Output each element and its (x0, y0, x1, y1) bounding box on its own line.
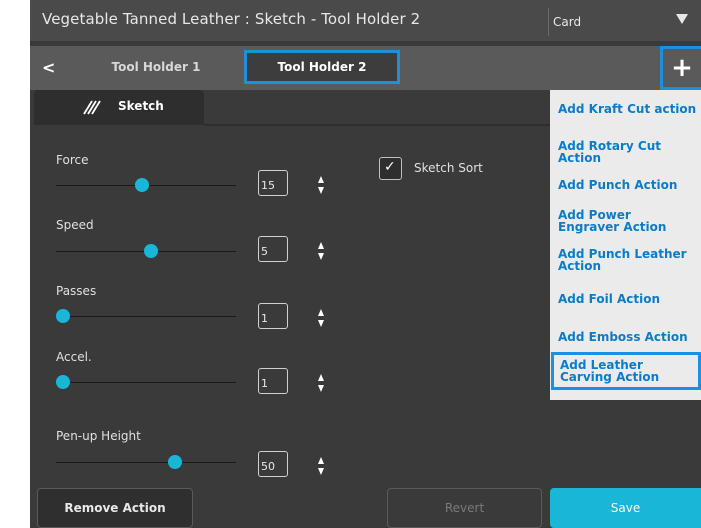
accel-slider[interactable] (56, 375, 236, 389)
sketch-settings-panel: Vegetable Tanned Leather : Sketch - Tool… (30, 0, 701, 528)
menu-item-add-rotary-cut[interactable]: Add Rotary Cut Action (558, 140, 701, 164)
sketch-sort-checkbox[interactable]: ✓ (379, 157, 402, 180)
accel-label: Accel. (56, 350, 92, 364)
revert-button[interactable]: Revert (387, 488, 542, 528)
chevron-left-icon[interactable]: < (42, 58, 55, 77)
accel-input[interactable]: 1 (258, 368, 288, 394)
tab-tool-holder-2[interactable]: Tool Holder 2 (244, 50, 400, 84)
increment-icon[interactable] (318, 374, 324, 381)
menu-item-add-power-engraver[interactable]: Add Power Engraver Action (558, 209, 688, 233)
passes-slider[interactable] (56, 309, 236, 323)
decrement-icon[interactable] (318, 187, 324, 194)
increment-icon[interactable] (318, 457, 324, 464)
speed-input[interactable]: 5 (258, 236, 288, 262)
sketch-tab-label: Sketch (118, 99, 164, 113)
speed-label: Speed (56, 218, 94, 232)
passes-stepper[interactable] (317, 307, 327, 329)
speed-slider[interactable] (56, 244, 236, 258)
increment-icon[interactable] (318, 242, 324, 249)
force-stepper[interactable] (317, 174, 327, 196)
tab-divider (204, 124, 554, 126)
chevron-down-icon[interactable] (676, 14, 688, 24)
sketch-icon (83, 100, 101, 115)
menu-item-add-kraft-cut[interactable]: Add Kraft Cut action (558, 103, 696, 115)
sketch-sort-label: Sketch Sort (414, 161, 483, 175)
remove-action-button[interactable]: Remove Action (37, 488, 193, 528)
title-separator (548, 8, 549, 36)
tool-holder-tabs: < Tool Holder 1 Tool Holder 2 + (30, 46, 701, 90)
speed-slider-handle[interactable] (144, 244, 159, 258)
menu-item-add-foil[interactable]: Add Foil Action (558, 293, 660, 305)
pen-up-height-input[interactable]: 50 (258, 451, 288, 477)
accel-stepper[interactable] (317, 372, 327, 394)
tab-tool-holder-1[interactable]: Tool Holder 1 (96, 60, 216, 74)
save-button[interactable]: Save (550, 488, 701, 528)
title-bar: Vegetable Tanned Leather : Sketch - Tool… (30, 0, 701, 41)
menu-item-add-leather-carving[interactable]: Add Leather Carving Action (551, 352, 701, 390)
force-input[interactable]: 15 (258, 170, 288, 196)
passes-input[interactable]: 1 (258, 303, 288, 329)
pen-up-height-stepper[interactable] (317, 455, 327, 477)
tab-sketch[interactable]: Sketch (34, 90, 204, 125)
pen-up-height-slider[interactable] (56, 455, 236, 469)
increment-icon[interactable] (318, 309, 324, 316)
card-select[interactable]: Card (553, 15, 581, 29)
decrement-icon[interactable] (318, 320, 324, 327)
increment-icon[interactable] (318, 176, 324, 183)
pen-up-height-slider-handle[interactable] (167, 455, 182, 469)
force-label: Force (56, 153, 89, 167)
decrement-icon[interactable] (318, 253, 324, 260)
accel-slider-handle[interactable] (56, 375, 70, 389)
decrement-icon[interactable] (318, 468, 324, 475)
menu-item-add-punch-leather[interactable]: Add Punch Leather Action (558, 248, 688, 272)
decrement-icon[interactable] (318, 385, 324, 392)
menu-item-add-emboss[interactable]: Add Emboss Action (558, 331, 688, 343)
speed-stepper[interactable] (317, 240, 327, 262)
bottom-background (0, 510, 30, 528)
pen-up-height-label: Pen-up Height (56, 429, 141, 443)
left-background (0, 0, 30, 510)
force-slider[interactable] (56, 178, 236, 192)
passes-label: Passes (56, 284, 97, 298)
add-action-menu: Add Kraft Cut action Add Rotary Cut Acti… (550, 90, 701, 400)
plus-icon: + (671, 53, 693, 83)
passes-slider-handle[interactable] (56, 309, 70, 323)
window-title: Vegetable Tanned Leather : Sketch - Tool… (42, 10, 421, 28)
checkmark-icon: ✓ (384, 159, 396, 175)
force-slider-handle[interactable] (135, 178, 150, 192)
menu-item-add-punch[interactable]: Add Punch Action (558, 179, 677, 191)
add-action-button[interactable]: + (660, 46, 701, 90)
